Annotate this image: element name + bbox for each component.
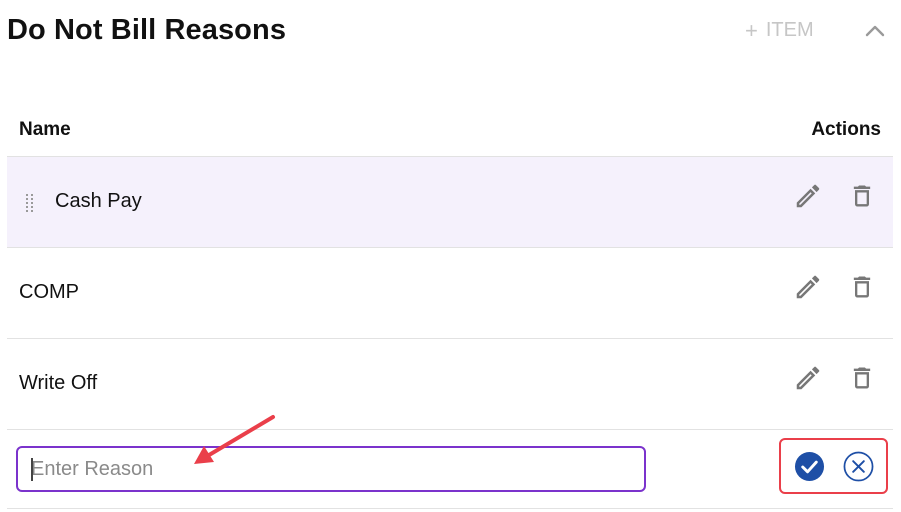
page-title: Do Not Bill Reasons <box>7 14 287 46</box>
edit-button[interactable] <box>791 179 825 213</box>
table-header: Name Actions <box>7 110 893 156</box>
row-actions <box>791 361 879 395</box>
row-actions <box>791 270 879 304</box>
delete-button[interactable] <box>845 179 879 213</box>
row-actions <box>791 179 879 213</box>
save-button[interactable] <box>794 451 825 482</box>
collapse-button[interactable] <box>862 20 888 42</box>
delete-button[interactable] <box>845 361 879 395</box>
row-name: Write Off <box>19 372 98 394</box>
edit-button[interactable] <box>791 270 825 304</box>
trash-icon <box>853 367 871 389</box>
edit-button[interactable] <box>791 361 825 395</box>
reason-input[interactable] <box>16 446 646 492</box>
column-header-actions: Actions <box>811 119 881 140</box>
delete-button[interactable] <box>845 270 879 304</box>
text-caret <box>31 458 33 481</box>
drag-handle-icon[interactable] <box>26 194 34 212</box>
pencil-icon <box>796 275 820 299</box>
row-name: Cash Pay <box>55 190 142 212</box>
pencil-icon <box>796 184 820 208</box>
confirm-cancel-group <box>779 438 888 494</box>
plus-icon: + <box>745 17 758 43</box>
table-row: Cash Pay <box>7 156 893 247</box>
check-circle-icon <box>794 451 824 481</box>
pencil-icon <box>796 366 820 390</box>
new-reason-row <box>7 429 893 509</box>
chevron-up-icon <box>865 25 885 37</box>
table-row: Write Off <box>7 338 893 429</box>
trash-icon <box>853 185 871 207</box>
do-not-bill-reasons-panel: Do Not Bill Reasons + ITEM Name Actions <box>0 0 901 512</box>
reasons-table: Name Actions Cash Pay COMP Write Off Ent… <box>7 110 893 509</box>
add-item-label: ITEM <box>765 19 814 41</box>
add-item-button[interactable]: + ITEM <box>745 19 814 42</box>
row-name: COMP <box>19 281 79 303</box>
x-circle-icon <box>843 451 873 481</box>
cancel-button[interactable] <box>843 451 874 482</box>
table-row: COMP <box>7 247 893 338</box>
trash-icon <box>853 276 871 298</box>
column-header-name: Name <box>19 119 71 140</box>
